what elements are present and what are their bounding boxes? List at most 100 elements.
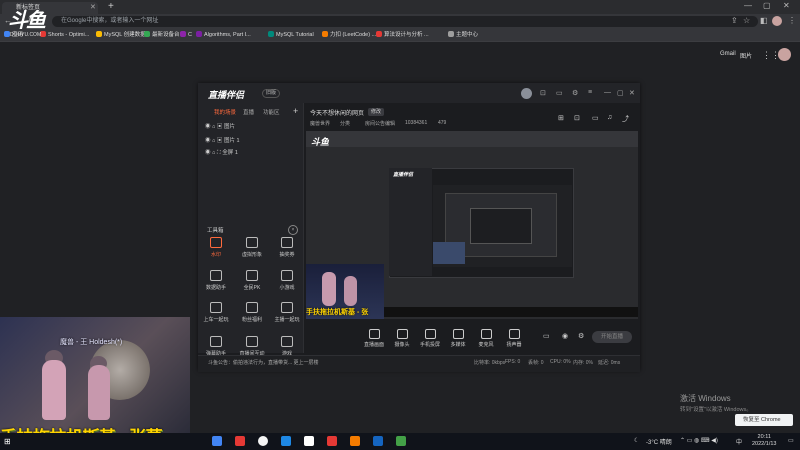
message-icon[interactable]: ▭: [556, 89, 563, 97]
bookmark-item[interactable]: Algorithms, Part I...: [196, 30, 251, 40]
notice-text: 斗鱼公告：偷拍违法行为，直播带货... 更上一层楼: [208, 360, 319, 366]
eye-icon[interactable]: ◉: [205, 150, 211, 156]
weather-text[interactable]: -3°C 晴朗: [646, 437, 672, 446]
tool-item[interactable]: 全民PK: [237, 270, 267, 291]
taskbar-app-icon[interactable]: [212, 436, 222, 446]
announcement-edit[interactable]: 房间公告编辑: [365, 120, 395, 127]
tool-item[interactable]: 上车一起玩: [201, 302, 231, 323]
start-icon[interactable]: ⊞: [4, 437, 11, 446]
bookmark-label: Algorithms, Part I...: [204, 32, 251, 38]
tool-item[interactable]: 粉丝福利: [237, 302, 267, 323]
settings-icon[interactable]: ⚙: [572, 89, 578, 97]
stat-dropped: 丢帧: 0: [528, 360, 544, 366]
taskbar-app-icon[interactable]: [258, 436, 268, 446]
tool-item[interactable]: 弹幕助手: [201, 336, 231, 357]
clock[interactable]: 20:11 2022/1/13: [752, 434, 776, 448]
go-live-button[interactable]: 开始直播: [592, 331, 632, 343]
lock-icon[interactable]: ⌂: [212, 150, 215, 156]
taskbar-app-icon[interactable]: [373, 436, 383, 446]
edit-title-button[interactable]: 修改: [368, 108, 385, 116]
share-room-icon[interactable]: ⤴: [622, 114, 629, 124]
tool-item[interactable]: 数据助手: [201, 270, 231, 291]
bell-icon[interactable]: ♫: [607, 114, 612, 121]
taskbar-app-icon[interactable]: [350, 436, 360, 446]
close-tab-icon[interactable]: ✕: [90, 3, 96, 11]
skin-icon[interactable]: ⊡: [540, 89, 546, 97]
bookmark-item[interactable]: 算法设计与分析 ...: [376, 30, 429, 40]
close-window-icon[interactable]: ✕: [783, 1, 790, 10]
tool-item[interactable]: 小游戏: [272, 270, 302, 291]
bookmark-item[interactable]: 力扣 (LeetCode) ...: [322, 30, 376, 40]
bookmark-star-icon[interactable]: ☆: [743, 16, 750, 25]
speaker-button[interactable]: 扬声器: [498, 329, 530, 348]
bookmark-item[interactable]: 最新设备台: [144, 30, 180, 40]
app-menu-icon[interactable]: ≡: [588, 89, 592, 96]
gift-icon[interactable]: ⊞: [558, 114, 564, 122]
tool-icon: [281, 270, 293, 281]
tool-item[interactable]: 主播一起玩: [272, 302, 302, 323]
share-icon[interactable]: ⇪: [731, 16, 738, 25]
new-tab-icon[interactable]: +: [108, 1, 114, 12]
bookmark-item[interactable]: MySQL 创建数据...: [96, 30, 150, 40]
tool-label: 上车一起玩: [203, 317, 229, 323]
profile-avatar[interactable]: [772, 16, 782, 26]
gmail-link[interactable]: Gmail: [720, 51, 736, 57]
side-panel-icon[interactable]: ◧: [760, 16, 768, 25]
record-icon[interactable]: ◉: [562, 332, 568, 340]
address-bar[interactable]: 在Google中搜索，或者输入一个网址: [52, 16, 758, 27]
tray-icons[interactable]: ⌃ ▭ ◍ ⌨ ◀): [680, 437, 718, 444]
notification-icon[interactable]: ▭: [788, 437, 794, 444]
app-close-icon[interactable]: ✕: [629, 89, 635, 97]
category[interactable]: 魔兽世界: [310, 120, 330, 127]
camera-icon[interactable]: ▭: [543, 332, 550, 340]
app-user-avatar[interactable]: [521, 88, 532, 99]
activate-windows-title: 激活 Windows: [680, 394, 731, 403]
eye-icon[interactable]: ◉: [205, 124, 211, 130]
taskbar-app-icon[interactable]: [281, 436, 291, 446]
app-minimize-icon[interactable]: —: [604, 89, 611, 96]
taskbar-app-icon[interactable]: [235, 436, 245, 446]
version-badge[interactable]: 旧版: [262, 89, 281, 98]
tab-live[interactable]: 直播: [243, 108, 254, 116]
restore-chrome-button[interactable]: 恢复至 Chrome: [735, 414, 793, 426]
bookmark-label: 力扣 (LeetCode) ...: [330, 32, 377, 38]
lock-icon[interactable]: ⌂: [212, 124, 215, 130]
control-settings-icon[interactable]: ⚙: [578, 332, 584, 340]
add-scene-icon[interactable]: +: [293, 106, 298, 116]
lock-icon[interactable]: ⌂: [212, 138, 215, 144]
eye-icon[interactable]: ◉: [205, 138, 211, 144]
weather-icon[interactable]: ☾: [634, 437, 639, 444]
images-link[interactable]: 图片: [740, 51, 752, 60]
scene-item[interactable]: ◉ ⌂ ⛶ 全屏 1: [205, 148, 238, 157]
nested-left-panel: [389, 168, 432, 276]
bookmark-item[interactable]: C: [180, 30, 192, 40]
toolbox-close-icon[interactable]: ×: [288, 225, 298, 235]
bookmark-item[interactable]: 主题中心: [448, 30, 478, 40]
tab-features[interactable]: 功能区: [263, 108, 280, 116]
chat-icon[interactable]: ▭: [592, 114, 599, 122]
maximize-icon[interactable]: ▢: [763, 1, 771, 10]
tool-item[interactable]: 水印: [201, 237, 231, 258]
tab-scenes[interactable]: 我的场景: [214, 108, 236, 116]
taskbar-app-icon[interactable]: [327, 436, 337, 446]
image-icon: ▣: [216, 138, 223, 144]
scene-label: 图片: [223, 124, 235, 130]
scene-item[interactable]: ◉ ⌂ ▣ 图片: [205, 122, 235, 130]
tool-item[interactable]: 直播间互动: [237, 336, 267, 357]
app-maximize-icon[interactable]: ▢: [617, 89, 624, 97]
bookmark-item[interactable]: MySQL Tutorial: [268, 30, 314, 40]
preview-browser-bar: [306, 131, 638, 147]
minimize-icon[interactable]: —: [744, 1, 752, 10]
tool-item[interactable]: 虚拟形象: [237, 237, 267, 258]
bookmark-favicon-icon: [268, 31, 274, 37]
scene-item[interactable]: ◉ ⌂ ▣ 图片 1: [205, 136, 240, 144]
ime-indicator[interactable]: 中: [736, 437, 742, 446]
account-avatar[interactable]: [778, 48, 791, 61]
lock-room-icon[interactable]: ⊡: [574, 114, 580, 122]
browser-tab-bar: [0, 0, 800, 14]
taskbar-app-icon[interactable]: [304, 436, 314, 446]
menu-icon[interactable]: ⋮: [788, 16, 796, 25]
tool-item[interactable]: 抽奖券: [272, 237, 302, 258]
taskbar-app-icon[interactable]: [396, 436, 406, 446]
tool-item[interactable]: 游戏: [272, 336, 302, 357]
